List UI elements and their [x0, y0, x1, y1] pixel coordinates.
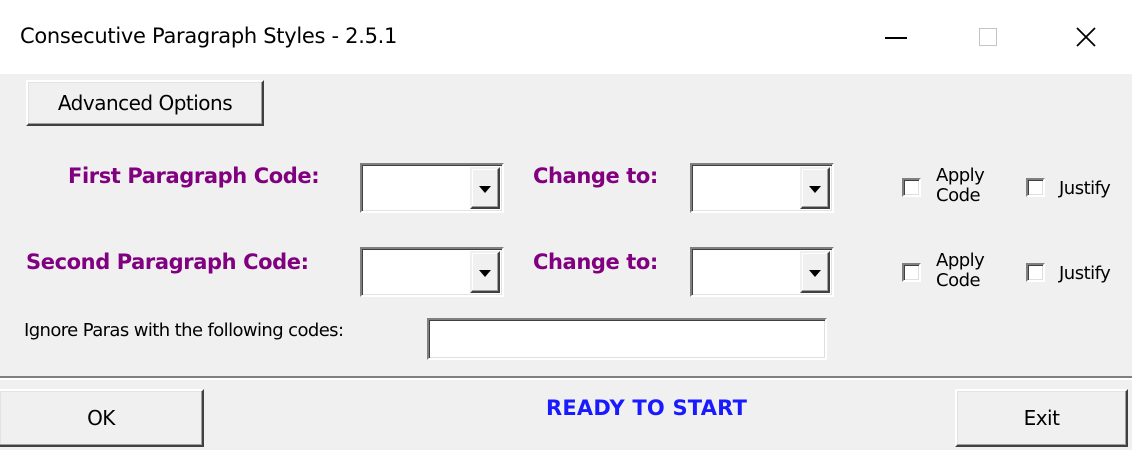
chevron-down-icon [809, 269, 821, 277]
ignore-paras-input[interactable] [427, 318, 827, 360]
status-text: READY TO START [546, 396, 748, 420]
second-change-to-combo[interactable] [690, 247, 834, 297]
second-apply-code-label-line1: Apply [936, 250, 985, 271]
chevron-down-icon [479, 269, 491, 277]
second-apply-code-label[interactable]: Apply Code [936, 250, 985, 291]
first-paragraph-code-label: First Paragraph Code: [68, 164, 320, 188]
second-paragraph-code-label: Second Paragraph Code: [26, 250, 309, 274]
second-paragraph-code-combo[interactable] [360, 247, 504, 297]
maximize-button[interactable] [942, 0, 1034, 74]
first-apply-code-label-line1: Apply [936, 165, 985, 186]
second-justify-label[interactable]: Justify [1059, 264, 1111, 284]
close-icon [1076, 27, 1096, 47]
first-paragraph-code-dropdown-button[interactable] [470, 167, 500, 209]
ignore-paras-label: Ignore Paras with the following codes: [24, 320, 344, 341]
first-apply-code-label-line2: Code [936, 185, 981, 206]
second-apply-code-checkbox[interactable] [902, 263, 921, 282]
second-apply-code-label-line2: Code [936, 270, 981, 291]
dialog-window: Consecutive Paragraph Styles - 2.5.1 Adv… [0, 0, 1132, 450]
window-title: Consecutive Paragraph Styles - 2.5.1 [20, 24, 398, 48]
first-change-to-combo[interactable] [690, 163, 834, 213]
chevron-down-icon [809, 185, 821, 193]
first-apply-code-checkbox[interactable] [902, 178, 921, 197]
first-justify-label[interactable]: Justify [1059, 179, 1111, 199]
second-paragraph-code-dropdown-button[interactable] [470, 251, 500, 293]
minimize-icon [885, 37, 907, 39]
exit-button[interactable]: Exit [955, 389, 1128, 447]
first-apply-code-label[interactable]: Apply Code [936, 165, 985, 206]
second-change-to-dropdown-button[interactable] [800, 251, 830, 293]
title-bar[interactable]: Consecutive Paragraph Styles - 2.5.1 [0, 0, 1132, 74]
chevron-down-icon [479, 185, 491, 193]
advanced-options-button[interactable]: Advanced Options [26, 80, 264, 126]
first-change-to-dropdown-button[interactable] [800, 167, 830, 209]
minimize-button[interactable] [850, 0, 942, 74]
second-justify-checkbox[interactable] [1026, 263, 1045, 282]
maximize-icon [979, 28, 997, 46]
ok-button[interactable]: OK [0, 389, 204, 447]
first-change-to-label: Change to: [533, 164, 658, 188]
first-justify-checkbox[interactable] [1026, 178, 1045, 197]
close-button[interactable] [1040, 0, 1132, 74]
footer-divider [0, 376, 1132, 380]
second-change-to-label: Change to: [533, 250, 658, 274]
first-paragraph-code-combo[interactable] [360, 163, 504, 213]
